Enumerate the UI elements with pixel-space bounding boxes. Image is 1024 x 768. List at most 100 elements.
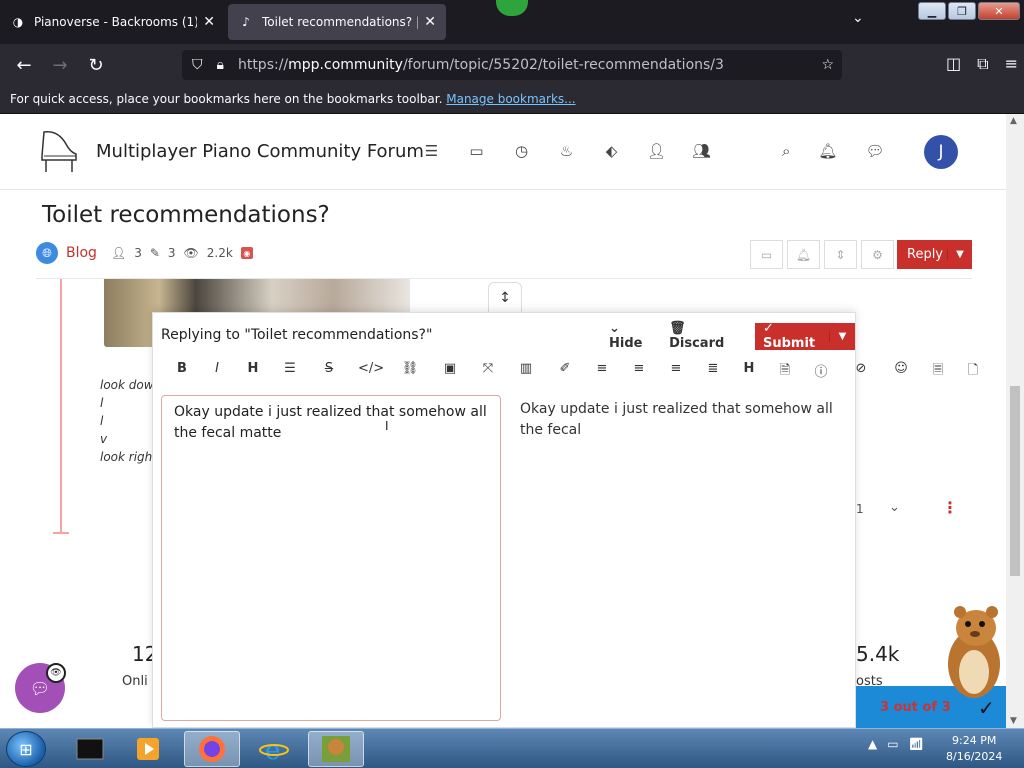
- start-button[interactable]: ⊞: [6, 731, 46, 767]
- composer-actions: ⌄ Hide 🗑︎ Discard ✓ Submit ▼: [609, 321, 855, 351]
- scroll-up-arrow-icon[interactable]: ▲: [1010, 116, 1017, 126]
- tags-icon[interactable]: ⬖: [600, 142, 623, 160]
- inbox-icon[interactable]: ▭: [465, 142, 488, 160]
- eye-icon[interactable]: 👁︎: [46, 663, 66, 683]
- scroll-down-arrow-icon[interactable]: ▼: [1010, 716, 1017, 726]
- spoiler-eye-slash-icon[interactable]: ⊘: [850, 361, 872, 376]
- scrollbar-thumb[interactable]: [1010, 386, 1020, 576]
- user-icon[interactable]: 👤︎: [645, 142, 668, 160]
- categories-list-icon[interactable]: ☰: [420, 142, 443, 160]
- window-decoration: [496, 0, 528, 16]
- tab-toilet-recommendations[interactable]: ♪ Toilet recommendations? | mpp. ✕: [228, 4, 446, 40]
- tab-pianoverse[interactable]: ◑ Pianoverse - Backrooms (1) ✕: [0, 4, 225, 40]
- browser-nav-bar: ← → ↻ ⛉ 🔒︎ https://mpp.community/forum/t…: [0, 44, 1024, 86]
- discard-button[interactable]: 🗑︎ Discard: [669, 321, 741, 351]
- post-menu-dots-icon[interactable]: ⋮: [942, 498, 958, 517]
- menu-hamburger-icon[interactable]: ≡: [1005, 54, 1018, 74]
- page-scrollbar[interactable]: ▲ ▼: [1006, 114, 1024, 728]
- color-picker-icon[interactable]: ✐: [554, 361, 576, 376]
- bookmark-star-icon[interactable]: ☆: [821, 57, 834, 73]
- bold-icon[interactable]: B: [171, 361, 193, 376]
- inbox-tool-button[interactable]: ▭: [750, 240, 783, 269]
- back-arrow-icon[interactable]: ←: [6, 55, 42, 76]
- watch-bell-button[interactable]: 🔔︎: [787, 240, 820, 269]
- groups-icon[interactable]: 👥︎: [690, 142, 713, 160]
- reply-preview: Okay update i just realized that somehow…: [520, 401, 833, 438]
- info-icon[interactable]: ⓘ: [810, 361, 832, 380]
- grand-piano-logo-icon[interactable]: [36, 126, 78, 176]
- taskbar-clock[interactable]: 9:24 PM 8/16/2024: [946, 733, 1002, 765]
- file-icon[interactable]: 🗋︎: [962, 361, 984, 383]
- code-icon[interactable]: </>: [358, 361, 384, 376]
- topic-tools: ▭ 🔔︎ ⇕ ⚙: [750, 240, 894, 269]
- topic-tools-gear-button[interactable]: ⚙: [861, 240, 894, 269]
- emoji-icon[interactable]: ☺: [890, 361, 912, 376]
- post-timeline: [60, 279, 62, 533]
- align-left-icon[interactable]: ≡: [591, 361, 613, 376]
- taskbar-app-terminal-icon[interactable]: [62, 731, 118, 767]
- rss-icon[interactable]: ◉: [240, 247, 253, 259]
- tab-list-chevron-icon[interactable]: ⌄: [852, 10, 864, 26]
- search-icon[interactable]: ⌕: [782, 142, 790, 160]
- taskbar-app-firefox-icon[interactable]: [184, 731, 240, 767]
- reply-dropdown-caret-icon[interactable]: ▼: [947, 249, 972, 260]
- file-image-icon[interactable]: 🗏︎: [927, 361, 949, 383]
- reload-icon[interactable]: ↻: [78, 55, 114, 76]
- reply-editor[interactable]: Okay update i just realized that somehow…: [161, 395, 501, 721]
- shield-icon[interactable]: ⛉: [192, 57, 203, 73]
- category-link[interactable]: Blog: [66, 245, 97, 261]
- popular-fire-icon[interactable]: ♨: [555, 142, 578, 160]
- tray-network-icon[interactable]: 📶︎: [909, 737, 924, 751]
- pocket-icon[interactable]: ◫: [946, 54, 961, 74]
- post-body: look dow l l v look righ: [100, 378, 154, 464]
- posters-count: 3: [134, 246, 142, 260]
- tray-monitor-icon[interactable]: ▭: [887, 737, 898, 751]
- posts-pencil-icon: ✎: [149, 246, 160, 260]
- italic-icon[interactable]: I: [206, 361, 228, 376]
- reply-button[interactable]: Reply ▼: [897, 240, 972, 269]
- chart-icon[interactable]: ▥: [515, 361, 537, 376]
- close-window-button[interactable]: ✕: [978, 2, 1020, 20]
- extensions-icon[interactable]: ⧉: [977, 54, 988, 74]
- chevron-down-icon[interactable]: ⌄: [889, 500, 900, 515]
- link-icon[interactable]: ⛓: [399, 361, 421, 376]
- submit-button[interactable]: ✓ Submit ▼: [755, 321, 855, 351]
- taskbar-app-media-player-icon[interactable]: [120, 731, 176, 767]
- minimize-button[interactable]: ▁: [918, 2, 946, 20]
- header-alt-icon[interactable]: H: [738, 361, 760, 376]
- document-icon[interactable]: 🗎︎: [774, 361, 796, 383]
- posters-user-icon: 👤︎: [110, 246, 127, 260]
- close-tab-icon[interactable]: ✕: [424, 14, 436, 30]
- manage-bookmarks-link[interactable]: Manage bookmarks...: [446, 92, 575, 106]
- notifications-bell-icon[interactable]: 🔔︎: [818, 142, 837, 160]
- taskbar-app-bonzi-icon[interactable]: [308, 731, 364, 767]
- heading-icon[interactable]: H: [242, 361, 264, 376]
- taskbar-app-internet-explorer-icon[interactable]: e: [246, 731, 302, 767]
- music-note-favicon-icon: ♪: [242, 15, 250, 29]
- composer-resize-handle-icon[interactable]: ↕: [488, 282, 522, 312]
- views-eye-icon: 👁︎: [183, 246, 199, 260]
- tray-expand-icon[interactable]: ▲: [868, 737, 877, 751]
- maximize-button[interactable]: ❐: [948, 2, 976, 20]
- chat-bubble-icon[interactable]: 💬︎: [865, 142, 884, 160]
- align-right-icon[interactable]: ≡: [665, 361, 687, 376]
- list-icon[interactable]: ☰: [279, 361, 301, 376]
- align-center-icon[interactable]: ≡: [628, 361, 650, 376]
- image-icon[interactable]: ▣: [439, 361, 461, 376]
- submit-dropdown-caret-icon[interactable]: ▼: [829, 330, 855, 342]
- site-title[interactable]: Multiplayer Piano Community Forum: [96, 141, 424, 162]
- forward-arrow-icon[interactable]: →: [42, 55, 78, 76]
- close-tab-icon[interactable]: ✕: [203, 14, 215, 30]
- user-avatar[interactable]: J: [924, 135, 958, 169]
- recent-clock-icon[interactable]: ◷: [510, 142, 533, 160]
- system-tray: ▲ ▭ 📶︎: [868, 737, 924, 751]
- sort-button[interactable]: ⇕: [824, 240, 857, 269]
- align-justify-icon[interactable]: ≣: [702, 361, 724, 376]
- hamster-mascot-icon[interactable]: [938, 602, 1006, 702]
- url-bar[interactable]: ⛉ 🔒︎ https://mpp.community/forum/topic/5…: [182, 50, 842, 80]
- topic-meta: 🌐︎ Blog 👤︎ 3 ✎ 3 👁︎ 2.2k ◉: [36, 242, 253, 264]
- zen-mode-icon[interactable]: ⤧: [477, 361, 499, 376]
- strikethrough-icon[interactable]: S: [318, 361, 340, 376]
- lock-icon[interactable]: 🔒︎: [217, 57, 224, 73]
- hide-button[interactable]: ⌄ Hide: [609, 321, 655, 351]
